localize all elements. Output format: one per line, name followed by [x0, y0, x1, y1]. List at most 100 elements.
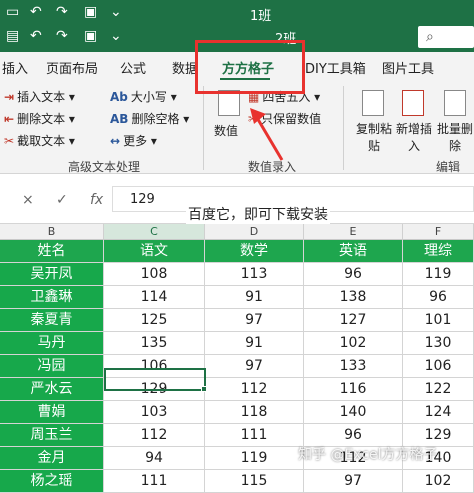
text-group-label: 高级文本处理	[68, 160, 141, 174]
table-cell[interactable]: 102	[403, 470, 474, 493]
spreadsheet-grid[interactable]: B C D E F 姓名 语文 数学 英语 理综 吴开凤 108 113 96 119 卫鑫琳 114 91 138…	[0, 224, 474, 493]
table-cell[interactable]: 119	[205, 447, 304, 470]
table-cell[interactable]: 曹娟	[0, 401, 104, 424]
table-cell[interactable]: 111	[205, 424, 304, 447]
table-cell[interactable]: 118	[205, 401, 304, 424]
table-cell[interactable]: 135	[104, 332, 205, 355]
table-cell[interactable]: 101	[403, 309, 474, 332]
search-icon: ⌕	[426, 29, 434, 45]
fill-handle[interactable]	[201, 386, 207, 392]
confirm-icon[interactable]: ✓	[56, 192, 68, 208]
column-header-D[interactable]: D	[205, 224, 304, 240]
customize-icon[interactable]: ⌄	[110, 4, 122, 20]
delete-text-button[interactable]: ⇤ 删除文本 ▾	[4, 110, 75, 127]
table-cell[interactable]: 96	[403, 286, 474, 309]
table-cell[interactable]: 金月	[0, 447, 104, 470]
table-cell[interactable]: 吴开凤	[0, 263, 104, 286]
pointer-arrow	[250, 108, 284, 161]
function-icon[interactable]: fx	[90, 192, 103, 208]
ribbon-separator	[203, 86, 204, 170]
table-cell[interactable]: 91	[205, 332, 304, 355]
table-cell[interactable]: 102	[304, 332, 403, 355]
table-cell[interactable]: 111	[104, 470, 205, 493]
table-cell[interactable]: 112	[205, 378, 304, 401]
column-header-B[interactable]: B	[0, 224, 104, 240]
save-icon-2[interactable]: ▣	[84, 28, 97, 44]
caption-text: 百度它，即可下载安装	[186, 204, 330, 224]
header-cell[interactable]: 语文	[104, 240, 205, 263]
new-insert-button[interactable]: 新增插入	[394, 120, 434, 154]
table-cell[interactable]: 秦夏青	[0, 309, 104, 332]
table-cell[interactable]: 97	[205, 355, 304, 378]
ribbon-separator-2	[343, 86, 344, 170]
tab-page-layout[interactable]: 页面布局	[46, 58, 98, 77]
table-cell[interactable]: 马丹	[0, 332, 104, 355]
header-cell[interactable]: 数学	[205, 240, 304, 263]
table-cell[interactable]: 113	[205, 263, 304, 286]
table-cell[interactable]: 103	[104, 401, 205, 424]
table-cell[interactable]: 周玉兰	[0, 424, 104, 447]
table-cell[interactable]: 116	[304, 378, 403, 401]
table-cell[interactable]: 96	[304, 263, 403, 286]
column-header-E[interactable]: E	[304, 224, 403, 240]
tab-insert[interactable]: 插入	[2, 58, 28, 77]
tab-picture-tools[interactable]: 图片工具	[382, 58, 434, 77]
table-cell[interactable]: 133	[304, 355, 403, 378]
table-cell[interactable]: 119	[403, 263, 474, 286]
copy-paste-icon	[362, 90, 384, 116]
table-cell[interactable]: 127	[304, 309, 403, 332]
table-cell[interactable]: 130	[403, 332, 474, 355]
redo-icon[interactable]: ↷	[56, 4, 68, 20]
search-box[interactable]: ⌕	[418, 26, 474, 48]
edit-group-label: 编辑	[436, 160, 461, 174]
header-cell[interactable]: 英语	[304, 240, 403, 263]
table-cell[interactable]: 卫鑫琳	[0, 286, 104, 309]
header-cell[interactable]: 理综	[403, 240, 474, 263]
customize-icon-2[interactable]: ⌄	[110, 28, 122, 44]
undo-icon[interactable]: ↶	[30, 4, 42, 20]
table-cell[interactable]: 124	[403, 401, 474, 424]
table-cell[interactable]: 97	[304, 470, 403, 493]
table-cell[interactable]: 122	[403, 378, 474, 401]
table-cell[interactable]: 115	[205, 470, 304, 493]
undo-icon-2[interactable]: ↶	[30, 28, 42, 44]
extract-text-icon: ✂	[4, 134, 15, 148]
cancel-icon[interactable]: ×	[22, 192, 34, 208]
delete-space-button[interactable]: AB 删除空格 ▾	[110, 110, 189, 127]
copy-paste-button[interactable]: 复制粘贴	[352, 120, 396, 154]
table-cell[interactable]: 91	[205, 286, 304, 309]
space-icon: AB	[110, 112, 129, 126]
column-header-C[interactable]: C	[104, 224, 205, 240]
save-icon[interactable]: ▣	[84, 4, 97, 20]
case-button[interactable]: Ab 大小写 ▾	[110, 88, 177, 105]
highlight-box	[195, 40, 305, 94]
extract-text-button[interactable]: ✂ 截取文本 ▾	[4, 132, 75, 149]
tab-diy-toolbox[interactable]: DIY工具箱	[305, 58, 366, 77]
table-cell[interactable]: 杨之瑶	[0, 470, 104, 493]
value-button[interactable]: 数值	[214, 122, 238, 139]
header-cell[interactable]: 姓名	[0, 240, 104, 263]
formula-value: 129	[130, 192, 155, 207]
insert-text-button[interactable]: ⇥ 插入文本 ▾	[4, 88, 75, 105]
tab-formulas[interactable]: 公式	[120, 58, 146, 77]
table-cell[interactable]: 138	[304, 286, 403, 309]
table-cell[interactable]: 106	[403, 355, 474, 378]
table-cell[interactable]: 108	[104, 263, 205, 286]
table-cell[interactable]: 94	[104, 447, 205, 470]
column-header-F[interactable]: F	[403, 224, 474, 240]
ribbon: ⇥ 插入文本 ▾ ⇤ 删除文本 ▾ ✂ 截取文本 ▾ Ab 大小写 ▾ AB 删除空格 ▾…	[0, 82, 474, 174]
redo-icon-2[interactable]: ↷	[56, 28, 68, 44]
table-cell[interactable]: 114	[104, 286, 205, 309]
table-cell[interactable]: 冯园	[0, 355, 104, 378]
autosave-icon[interactable]: ▭	[6, 4, 19, 20]
table-cell[interactable]: 严水云	[0, 378, 104, 401]
table-cell[interactable]: 125	[104, 309, 205, 332]
selected-cell[interactable]	[104, 368, 206, 391]
batch-delete-button[interactable]: 批量删除	[436, 120, 474, 154]
table-cell[interactable]: 140	[304, 401, 403, 424]
table-cell[interactable]: 112	[104, 424, 205, 447]
more-button[interactable]: ↔ 更多 ▾	[110, 132, 157, 149]
table-cell[interactable]: 97	[205, 309, 304, 332]
new-insert-icon	[402, 90, 424, 116]
file-icon[interactable]: ▤	[6, 28, 19, 44]
